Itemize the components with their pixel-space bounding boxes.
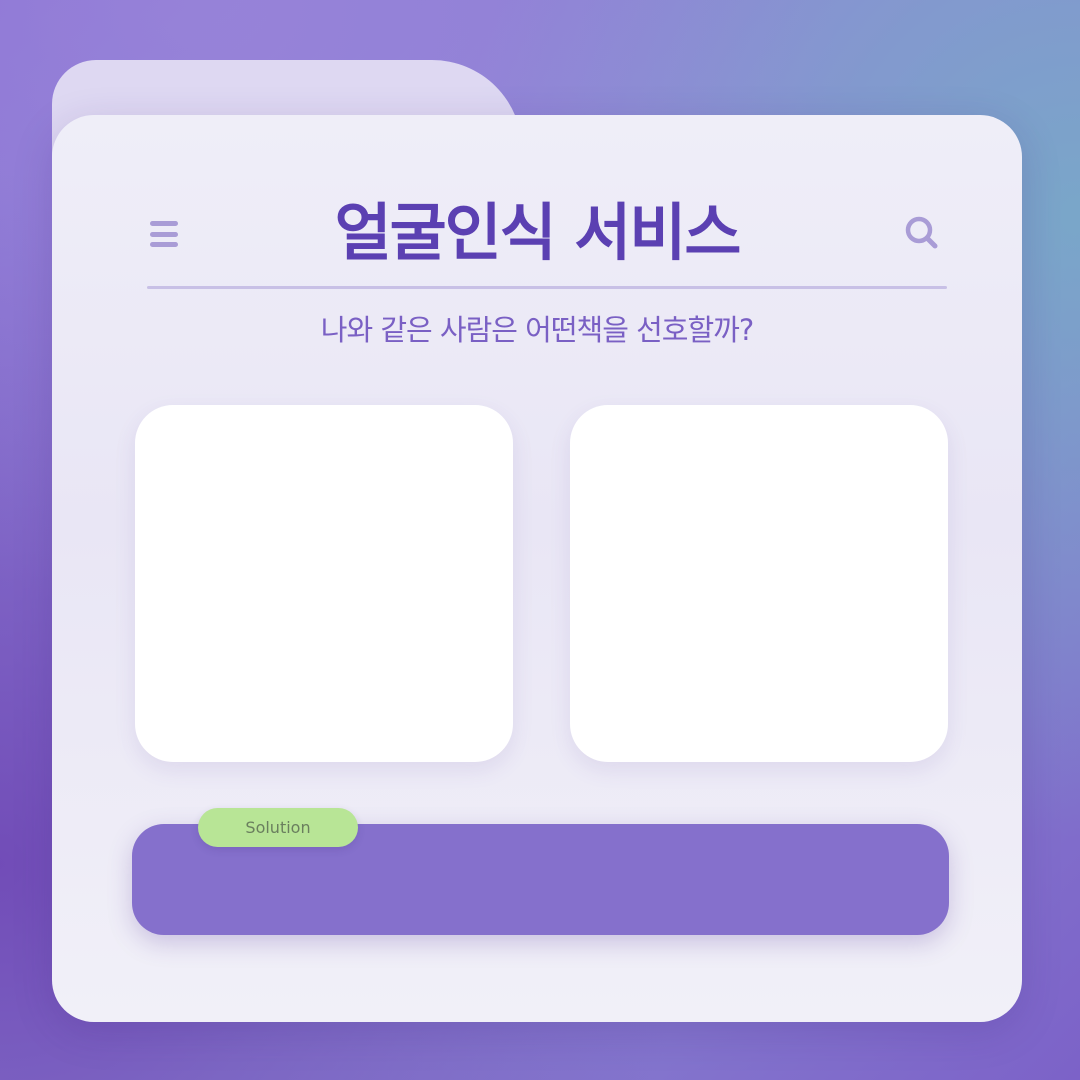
main-card: 얼굴인식 서비스 나와 같은 사람은 어떤책을 선호할까? Solution bbox=[52, 115, 1022, 1022]
header-divider bbox=[147, 286, 947, 289]
photo-box-right[interactable] bbox=[570, 405, 948, 762]
subtitle: 나와 같은 사람은 어떤책을 선호할까? bbox=[320, 313, 754, 347]
photo-box-left[interactable] bbox=[135, 405, 513, 762]
search-icon[interactable] bbox=[902, 213, 942, 253]
solution-badge: Solution bbox=[198, 808, 358, 847]
page-title: 얼굴인식 서비스 bbox=[334, 196, 742, 269]
